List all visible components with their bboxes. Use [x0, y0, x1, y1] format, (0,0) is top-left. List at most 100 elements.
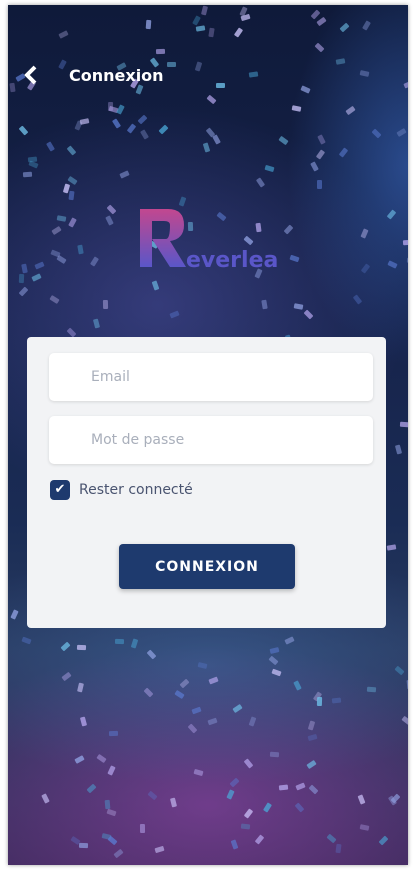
confetti-piece	[192, 15, 201, 27]
confetti-piece	[168, 310, 180, 319]
confetti-piece	[360, 228, 369, 239]
confetti-piece	[18, 125, 28, 136]
confetti-piece	[278, 784, 289, 790]
confetti-piece	[243, 808, 254, 819]
confetti-piece	[206, 94, 217, 105]
confetti-piece	[335, 843, 342, 853]
confetti-piece	[387, 209, 397, 220]
confetti-piece	[269, 647, 280, 655]
confetti-piece	[407, 257, 408, 264]
confetti-piece	[254, 834, 265, 846]
confetti-piece	[106, 204, 116, 215]
confetti-piece	[366, 686, 376, 693]
confetti-piece	[307, 733, 318, 741]
confetti-piece	[67, 217, 77, 228]
confetti-piece	[139, 824, 146, 834]
remember-label[interactable]: Rester connecté	[79, 482, 193, 498]
login-screen: Connexion everleaf ✔ Rester connecté CON…	[8, 5, 408, 865]
confetti-piece	[262, 802, 272, 813]
confetti-piece	[317, 179, 323, 189]
confetti-piece	[111, 118, 121, 129]
confetti-piece	[78, 842, 89, 849]
confetti-piece	[362, 20, 372, 32]
confetti-piece	[158, 124, 169, 135]
confetti-piece	[212, 133, 221, 145]
confetti-piece	[77, 682, 84, 693]
page-title: Connexion	[69, 66, 164, 85]
remember-checkbox[interactable]: ✔	[50, 480, 70, 500]
confetti-piece	[291, 105, 302, 112]
confetti-piece	[107, 765, 116, 776]
confetti-piece	[18, 273, 24, 283]
confetti-piece	[187, 723, 198, 734]
confetti-piece	[107, 835, 118, 846]
confetti-piece	[92, 318, 100, 329]
confetti-piece	[314, 42, 325, 53]
confetti-piece	[105, 799, 111, 809]
confetti-piece	[310, 9, 320, 20]
confetti-piece	[50, 249, 61, 258]
confetti-piece	[90, 256, 100, 267]
header: Connexion	[8, 63, 408, 93]
confetti-piece	[179, 678, 190, 689]
confetti-piece	[230, 838, 239, 850]
confetti-piece	[22, 171, 33, 177]
confetti-piece	[307, 720, 316, 731]
confetti-piece	[269, 751, 279, 758]
confetti-piece	[289, 255, 300, 263]
confetti-piece	[352, 294, 363, 306]
confetti-piece	[207, 717, 218, 726]
confetti-piece	[240, 823, 250, 830]
confetti-piece	[68, 190, 75, 200]
confetti-piece	[371, 128, 382, 139]
confetti-piece	[74, 755, 85, 764]
confetti-piece	[151, 280, 160, 291]
confetti-piece	[49, 295, 60, 305]
confetti-piece	[79, 117, 90, 125]
confetti-piece	[67, 145, 77, 156]
confetti-piece	[331, 697, 342, 704]
confetti-piece	[61, 671, 73, 681]
confetti-piece	[10, 609, 19, 620]
confetti-piece	[306, 759, 317, 770]
confetti-piece	[170, 797, 178, 808]
confetti-piece	[316, 696, 323, 706]
confetti-piece	[308, 784, 319, 795]
confetti-piece	[359, 824, 369, 832]
confetti-piece	[403, 240, 408, 246]
confetti-piece	[155, 49, 165, 55]
confetti-piece	[401, 715, 408, 725]
password-input[interactable]	[49, 416, 373, 464]
confetti-piece	[406, 679, 408, 690]
confetti-piece	[144, 687, 154, 698]
confetti-piece	[316, 16, 327, 26]
confetti-piece	[339, 147, 349, 158]
email-input[interactable]	[49, 353, 373, 401]
confetti-piece	[80, 716, 88, 727]
confetti-piece	[18, 286, 29, 297]
confetti-piece	[303, 309, 314, 320]
confetti-piece	[20, 264, 28, 274]
back-button[interactable]	[24, 65, 44, 87]
confetti-piece	[378, 835, 389, 846]
confetti-piece	[119, 169, 130, 179]
confetti-piece	[386, 544, 397, 551]
confetti-piece	[56, 215, 67, 222]
confetti-piece	[208, 27, 215, 38]
confetti-piece	[41, 793, 51, 804]
confetti-piece	[293, 680, 303, 691]
confetti-piece	[195, 25, 206, 32]
confetti-piece	[193, 768, 204, 777]
confetti-piece	[137, 114, 148, 125]
confetti-piece	[77, 244, 84, 254]
confetti-piece	[240, 13, 251, 22]
confetti-piece	[33, 261, 45, 270]
confetti-piece	[326, 833, 338, 844]
confetti-piece	[174, 689, 186, 699]
confetti-piece	[293, 303, 304, 310]
confetti-piece	[51, 225, 62, 235]
connexion-button[interactable]: CONNEXION	[119, 544, 295, 589]
confetti-piece	[67, 175, 78, 185]
confetti-piece	[309, 161, 319, 172]
confetti-piece	[233, 27, 243, 38]
